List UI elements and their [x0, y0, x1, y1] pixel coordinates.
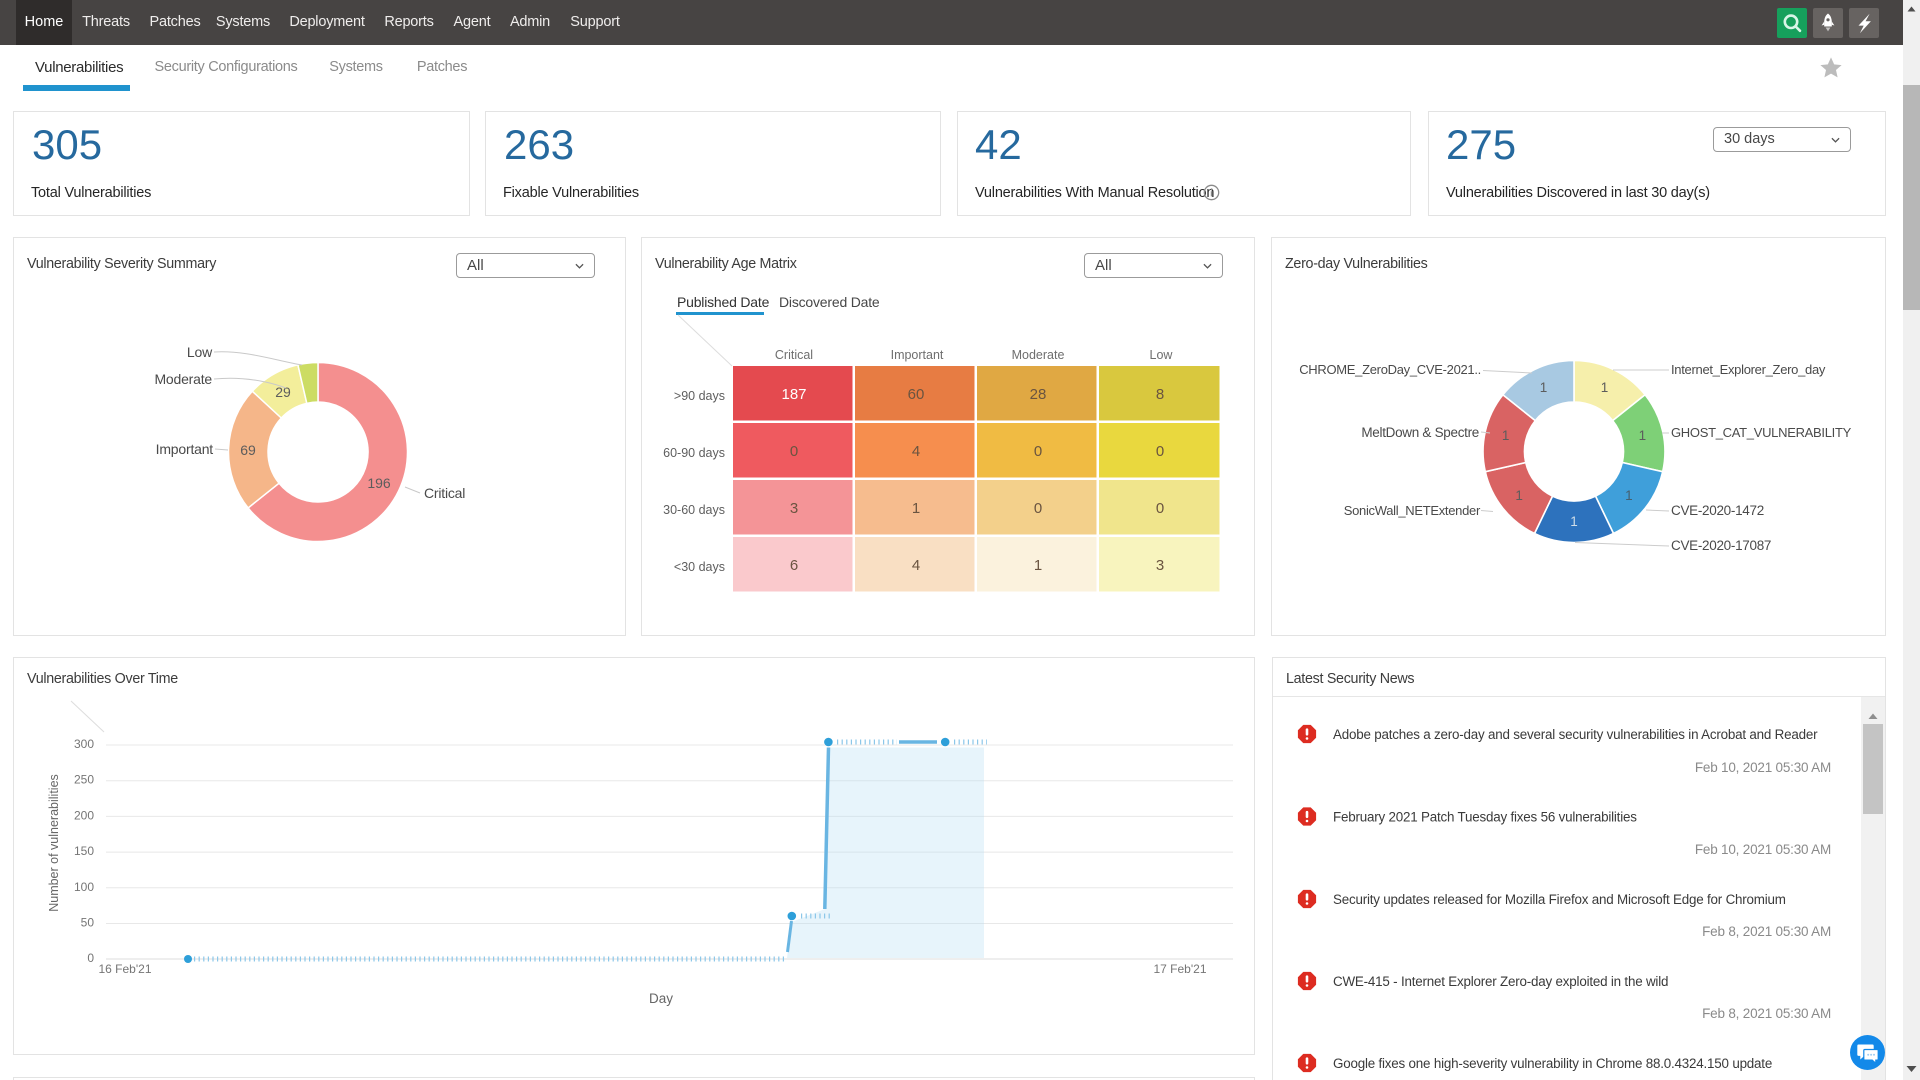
svg-text:6: 6: [790, 557, 798, 574]
svg-text:CWE-415 - Internet Explorer Ze: CWE-415 - Internet Explorer Zero-day exp…: [1333, 974, 1668, 989]
svg-text:Important: Important: [891, 348, 944, 362]
svg-text:Important: Important: [156, 441, 214, 457]
svg-text:Security updates released for: Security updates released for Mozilla Fi…: [1333, 892, 1786, 907]
svg-text:187: 187: [781, 386, 806, 403]
svg-text:1: 1: [1601, 380, 1609, 395]
svg-text:60: 60: [908, 386, 925, 403]
svg-text:8: 8: [1156, 386, 1164, 403]
svg-text:0: 0: [790, 443, 798, 460]
svg-text:3: 3: [790, 500, 798, 517]
svg-text:17 Feb'21: 17 Feb'21: [1154, 962, 1207, 976]
svg-text:Critical: Critical: [775, 348, 813, 362]
svg-text:Adobe patches a zero-day and s: Adobe patches a zero-day and several sec…: [1333, 727, 1818, 742]
svg-text:1: 1: [1570, 514, 1578, 529]
svg-text:>90 days: >90 days: [674, 389, 725, 403]
svg-text:1: 1: [1034, 557, 1042, 574]
svg-text:250: 250: [74, 773, 94, 787]
svg-text:Number of vulnerabilities: Number of vulnerabilities: [47, 774, 61, 912]
svg-text:Feb 8, 2021 05:30 AM: Feb 8, 2021 05:30 AM: [1702, 1006, 1831, 1021]
svg-text:1: 1: [1515, 488, 1523, 503]
svg-text:0: 0: [1034, 443, 1042, 460]
svg-text:CHROME_ZeroDay_CVE-2021..: CHROME_ZeroDay_CVE-2021..: [1299, 362, 1481, 377]
svg-text:69: 69: [240, 442, 256, 458]
svg-text:1: 1: [1639, 428, 1647, 443]
svg-text:1: 1: [1540, 380, 1548, 395]
svg-text:196: 196: [367, 475, 391, 491]
svg-text:150: 150: [74, 844, 94, 858]
svg-text:4: 4: [912, 557, 920, 574]
svg-text:16 Feb'21: 16 Feb'21: [99, 962, 152, 976]
svg-text:3: 3: [1156, 557, 1164, 574]
svg-text:0: 0: [87, 951, 94, 965]
svg-text:Internet_Explorer_Zero_day: Internet_Explorer_Zero_day: [1671, 362, 1826, 377]
svg-text:0: 0: [1034, 500, 1042, 517]
svg-text:100: 100: [74, 880, 94, 894]
svg-text:Day: Day: [649, 991, 673, 1006]
svg-text:<30 days: <30 days: [674, 560, 725, 574]
svg-text:February 2021 Patch Tuesday fi: February 2021 Patch Tuesday fixes 56 vul…: [1333, 810, 1637, 825]
svg-text:50: 50: [81, 916, 95, 930]
svg-text:CVE-2020-1472: CVE-2020-1472: [1671, 503, 1764, 518]
svg-text:1: 1: [1625, 488, 1633, 503]
svg-text:Feb 10, 2021 05:30 AM: Feb 10, 2021 05:30 AM: [1695, 760, 1831, 775]
svg-text:200: 200: [74, 808, 94, 822]
svg-text:CVE-2020-17087: CVE-2020-17087: [1671, 538, 1771, 553]
svg-text:0: 0: [1156, 500, 1164, 517]
svg-text:Low: Low: [187, 344, 213, 360]
svg-text:Critical: Critical: [424, 485, 465, 501]
svg-text:GHOST_CAT_VULNERABILITY: GHOST_CAT_VULNERABILITY: [1671, 425, 1852, 440]
svg-text:1: 1: [1502, 428, 1510, 443]
svg-text:28: 28: [1030, 386, 1047, 403]
svg-text:SonicWall_NETExtender: SonicWall_NETExtender: [1344, 503, 1481, 518]
svg-text:4: 4: [912, 443, 920, 460]
svg-text:Google fixes one high-severity: Google fixes one high-severity vulnerabi…: [1333, 1056, 1772, 1071]
svg-text:Moderate: Moderate: [154, 371, 212, 387]
svg-text:Low: Low: [1150, 348, 1174, 362]
svg-text:Feb 8, 2021 05:30 AM: Feb 8, 2021 05:30 AM: [1702, 924, 1831, 939]
svg-text:29: 29: [275, 384, 291, 400]
svg-text:1: 1: [912, 500, 920, 517]
svg-text:0: 0: [1156, 443, 1164, 460]
svg-text:30-60 days: 30-60 days: [663, 503, 725, 517]
svg-text:MeltDown & Spectre: MeltDown & Spectre: [1361, 425, 1479, 440]
svg-text:Moderate: Moderate: [1012, 348, 1065, 362]
svg-text:300: 300: [74, 737, 94, 751]
svg-text:Feb 10, 2021 05:30 AM: Feb 10, 2021 05:30 AM: [1695, 842, 1831, 857]
svg-text:60-90 days: 60-90 days: [663, 446, 725, 460]
